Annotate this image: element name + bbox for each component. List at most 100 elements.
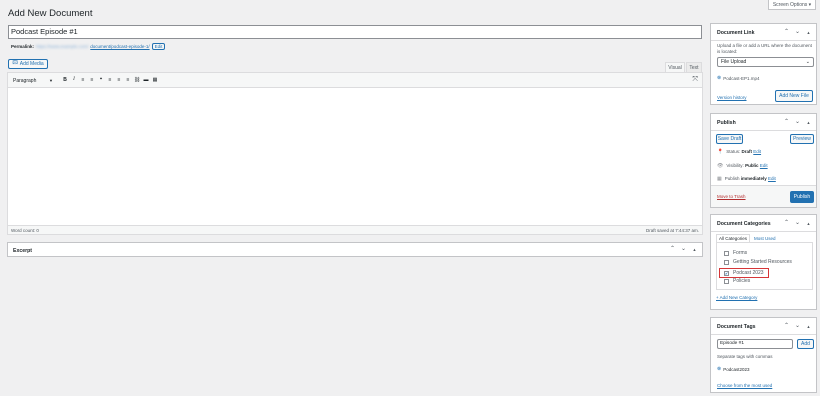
publish-value: immediately (740, 176, 767, 181)
version-history-link[interactable]: Version history (717, 95, 747, 100)
toggle-panel-icon[interactable]: ▲ (691, 245, 698, 252)
category-item[interactable]: Getting Started Resources (724, 259, 792, 265)
eye-icon: 👁 (717, 163, 724, 169)
read-more-icon[interactable]: ▬ (142, 77, 150, 83)
editor-box: Paragraph ▼ B I ≡ ≡ ❝ ≡ ≡ ≡ ⛓ ▬ ▦ ⤧ Word… (7, 72, 703, 235)
file-name: Podcast-EP1.mp4 (723, 75, 760, 81)
numbered-list-icon[interactable]: ≡ (88, 77, 96, 83)
status-row: 📍 Status: Draft Edit (717, 149, 761, 155)
excerpt-controls: ⌃ ⌄ ▲ (669, 245, 698, 252)
tab-visual[interactable]: Visual (665, 62, 685, 72)
align-right-icon[interactable]: ≡ (124, 77, 132, 83)
permalink-edit-button[interactable]: Edit (151, 42, 166, 50)
publish-footer: Move to Trash Publish (711, 185, 816, 207)
publish-panel: Publish ⌃ ⌄ ▲ Save Draft Preview 📍 Status: … (710, 113, 817, 208)
tags-help: Separate tags with commas (717, 354, 773, 359)
visibility-edit-link[interactable]: Edit (760, 163, 768, 168)
align-left-icon[interactable]: ≡ (106, 77, 114, 83)
document-link-title: Document Link (717, 30, 755, 36)
blockquote-icon[interactable]: ❝ (97, 77, 105, 83)
document-tags-title: Document Tags (717, 324, 756, 330)
save-draft-button[interactable]: Save Draft (716, 134, 743, 144)
tag-input[interactable]: Episode #1 (717, 339, 793, 349)
link-icon[interactable]: ⛓ (133, 77, 141, 83)
schedule-edit-link[interactable]: Edit (768, 176, 776, 181)
move-up-icon[interactable]: ⌃ (783, 118, 790, 125)
toggle-panel-icon[interactable]: ▲ (805, 219, 812, 226)
visibility-label: Visibility: (726, 163, 744, 168)
move-down-icon[interactable]: ⌄ (794, 322, 801, 329)
status-edit-link[interactable]: Edit (753, 149, 761, 154)
move-up-icon[interactable]: ⌃ (669, 245, 676, 252)
tab-text[interactable]: Text (686, 62, 702, 72)
permalink: Permalink: https://www.example.com/ docu… (11, 42, 166, 50)
page-title: Add New Document (8, 8, 93, 19)
link-type-value: File Upload (721, 59, 747, 65)
chevron-down-icon: ▼ (49, 78, 53, 83)
format-select[interactable]: Paragraph ▼ (11, 76, 55, 85)
category-item[interactable]: Forms (724, 250, 747, 256)
move-up-icon[interactable]: ⌃ (783, 322, 790, 329)
move-down-icon[interactable]: ⌄ (794, 219, 801, 226)
toggle-panel-icon[interactable]: ▲ (805, 118, 812, 125)
toggle-panel-icon[interactable]: ▲ (805, 28, 812, 35)
calendar-icon: ▦ (717, 176, 722, 182)
choose-most-used-tags-link[interactable]: Choose from the most used (717, 383, 772, 388)
toolbar-toggle-icon[interactable]: ▦ (151, 77, 159, 83)
category-checkbox[interactable] (724, 278, 729, 284)
category-item[interactable]: ✔ Podcast 2023 (719, 268, 769, 278)
italic-icon[interactable]: I (70, 77, 78, 83)
move-down-icon[interactable]: ⌄ (680, 245, 687, 252)
remove-tag-icon[interactable]: ⊗ (717, 366, 721, 372)
permalink-url-slug[interactable]: document/podcast-episode-1/ (90, 44, 149, 49)
editor-status-bar: Word count: 0 Draft saved at 7:44:37 am. (8, 225, 702, 234)
category-checkbox[interactable] (724, 259, 729, 265)
visibility-row: 👁 Visibility: Public Edit (717, 163, 768, 169)
bold-icon[interactable]: B (61, 77, 69, 83)
status-value: Draft (741, 149, 753, 154)
link-type-select[interactable]: File Upload ⌄ (717, 57, 814, 67)
bullet-list-icon[interactable]: ≡ (79, 77, 87, 83)
remove-file-icon[interactable]: ⊗ (717, 75, 721, 81)
add-new-file-button[interactable]: Add New File (775, 90, 813, 102)
add-tag-button[interactable]: Add (797, 339, 814, 349)
document-categories-panel: Document Categories ⌃ ⌄ ▲ All Categories M… (710, 214, 817, 310)
format-select-value: Paragraph (13, 77, 37, 84)
move-down-icon[interactable]: ⌄ (794, 118, 801, 125)
status-label: Status: (726, 149, 741, 154)
chevron-down-icon: ⌄ (805, 59, 810, 65)
add-new-category-link[interactable]: + Add New Category (716, 295, 757, 300)
excerpt-title[interactable]: Excerpt (13, 248, 32, 254)
move-up-icon[interactable]: ⌃ (783, 28, 790, 35)
draft-saved-status: Draft saved at 7:44:37 am. (645, 228, 699, 233)
move-up-icon[interactable]: ⌃ (783, 219, 790, 226)
attached-file: ⊗ Podcast-EP1.mp4 (717, 75, 759, 81)
category-label: Policies (733, 278, 751, 284)
screen-options-button[interactable]: Screen Options ▾ (768, 0, 816, 10)
title-input[interactable]: Podcast Episode #1 (8, 25, 702, 39)
editor-content-area[interactable] (8, 88, 702, 225)
add-media-label: Add Media (19, 61, 44, 67)
category-checkbox[interactable]: ✔ (724, 270, 729, 276)
publish-title: Publish (717, 120, 736, 126)
preview-button[interactable]: Preview (790, 134, 814, 144)
publish-button[interactable]: Publish (790, 191, 814, 203)
category-label: Getting Started Resources (733, 259, 792, 265)
category-item[interactable]: Policies (724, 278, 750, 284)
align-center-icon[interactable]: ≡ (115, 77, 123, 83)
toggle-panel-icon[interactable]: ▲ (805, 322, 812, 329)
add-media-button[interactable]: 🖾 Add Media (8, 59, 48, 69)
editor-toolbar: Paragraph ▼ B I ≡ ≡ ❝ ≡ ≡ ≡ ⛓ ▬ ▦ ⤧ (8, 73, 702, 88)
fullscreen-icon[interactable]: ⤧ (692, 76, 698, 84)
visibility-value: Public (745, 163, 759, 168)
excerpt-panel: Excerpt ⌃ ⌄ ▲ (7, 242, 703, 257)
move-down-icon[interactable]: ⌄ (794, 28, 801, 35)
move-to-trash-link[interactable]: Move to Trash (717, 194, 746, 199)
permalink-url-blurred[interactable]: https://www.example.com/ (36, 44, 88, 49)
publish-label: Publish (724, 176, 740, 181)
schedule-row: ▦ Publish immediately Edit (717, 176, 776, 182)
tab-most-used[interactable]: Most Used (754, 236, 776, 241)
word-count: Word count: 0 (11, 228, 39, 233)
category-checkbox[interactable] (724, 250, 729, 256)
document-link-panel: Document Link ⌃ ⌄ ▲ Upload a file or add a… (710, 23, 817, 105)
